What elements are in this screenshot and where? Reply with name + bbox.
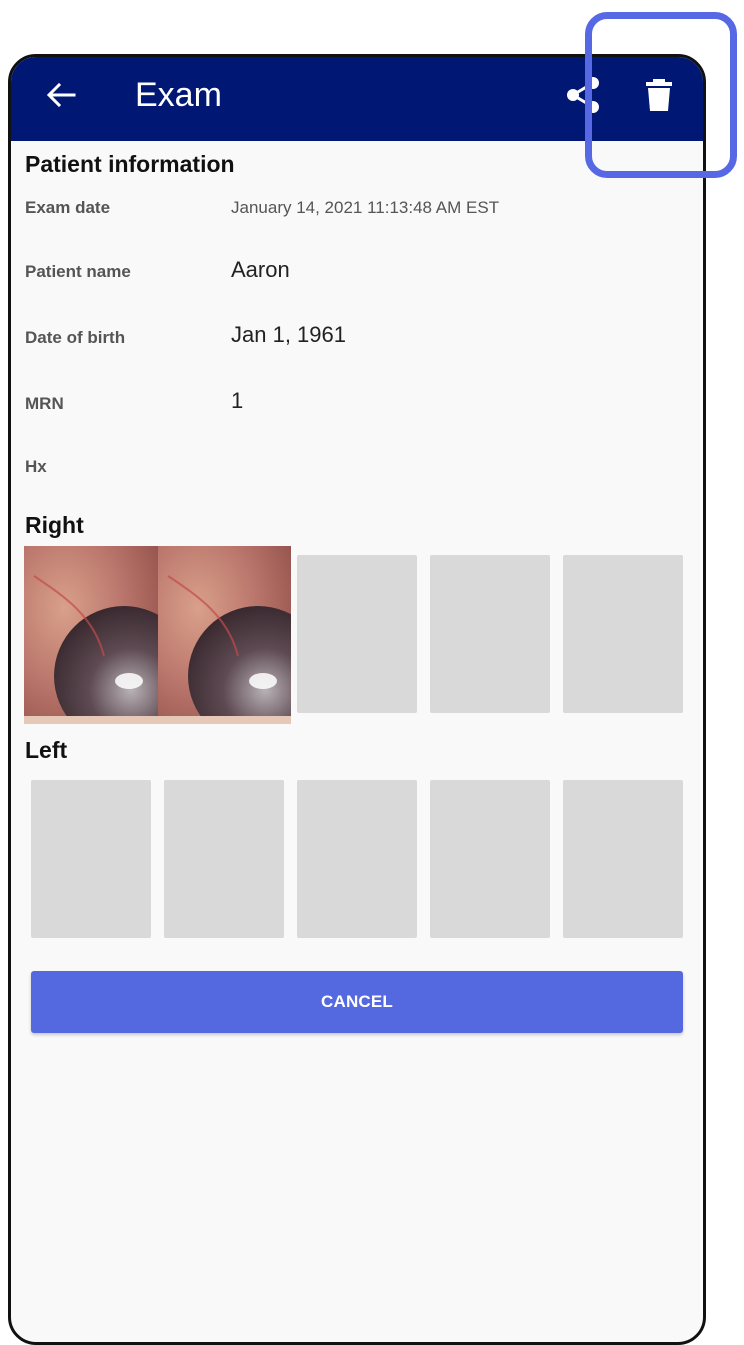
left-heading: Left: [25, 737, 68, 763]
ear-photo-2: [158, 546, 291, 724]
left-thumb-placeholder-5[interactable]: [563, 780, 683, 938]
app-bar: Exam: [11, 57, 703, 141]
patient-name-label: Patient name: [25, 262, 131, 281]
right-thumb-placeholder-5[interactable]: [563, 555, 683, 713]
delete-button[interactable]: [639, 75, 679, 115]
mrn-label: MRN: [25, 394, 64, 413]
dob-value: Jan 1, 1961: [231, 322, 346, 347]
share-icon: [567, 77, 599, 113]
left-thumb-placeholder-3[interactable]: [297, 780, 417, 938]
page-title: Exam: [135, 76, 222, 114]
right-ear-image[interactable]: [24, 546, 291, 724]
left-thumb-placeholder-4[interactable]: [430, 780, 550, 938]
trash-icon: [646, 79, 672, 111]
phone-frame: Exam Patient information Exam date Janua…: [8, 54, 706, 1345]
share-button[interactable]: [563, 75, 603, 115]
left-thumb-placeholder-1[interactable]: [31, 780, 151, 938]
back-button[interactable]: [41, 75, 81, 115]
arrow-left-icon: [46, 82, 76, 108]
exam-date-label: Exam date: [25, 198, 111, 217]
left-thumb-placeholder-2[interactable]: [164, 780, 284, 938]
right-heading: Right: [25, 512, 84, 538]
exam-date-value: January 14, 2021 11:13:48 AM EST: [231, 198, 500, 217]
cancel-button[interactable]: CANCEL: [31, 971, 683, 1033]
patient-info-heading: Patient information: [25, 151, 235, 177]
hx-label: Hx: [25, 457, 47, 476]
ear-photo-1: [24, 546, 158, 724]
right-thumb-placeholder-3[interactable]: [297, 555, 417, 713]
dob-label: Date of birth: [25, 328, 126, 347]
right-thumb-placeholder-4[interactable]: [430, 555, 550, 713]
mrn-value: 1: [231, 388, 244, 413]
patient-name-value: Aaron: [231, 257, 290, 282]
